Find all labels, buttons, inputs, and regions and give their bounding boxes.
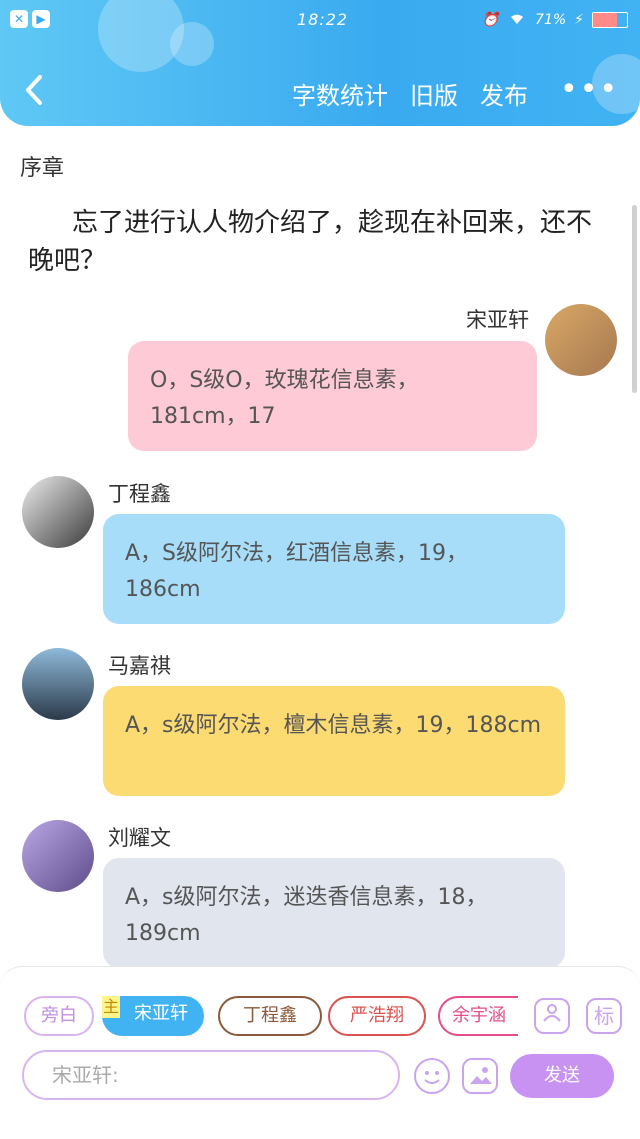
chevron-left-icon <box>26 75 42 105</box>
notification-icons: ✕ ▶ <box>10 10 50 28</box>
image-icon <box>470 1067 492 1084</box>
emoji-button[interactable] <box>414 1058 450 1094</box>
chapter-title: 序章 <box>20 156 65 181</box>
message-input[interactable]: 宋亚轩: <box>22 1050 400 1100</box>
chip-character[interactable]: 余宇涵 <box>438 996 518 1036</box>
avatar[interactable] <box>22 820 94 892</box>
app-notification-icon: ✕ <box>10 10 28 28</box>
message-bubble: A，S级阿尔法，红酒信息素，19，186cm <box>103 514 565 624</box>
message-bubble: A，s级阿尔法，迷迭香信息素，18，189cm <box>103 858 565 968</box>
header-bar: ✕ ▶ 18:22 ⏰ 71% ⚡ 字数统计 旧版 发布 ••• <box>0 0 640 126</box>
smiley-icon <box>424 1071 440 1084</box>
main-badge: 主 <box>102 996 120 1018</box>
sender-name: 丁程鑫 <box>108 482 171 506</box>
sender-name: 马嘉祺 <box>108 654 171 678</box>
message-bubble: A，s级阿尔法，檀木信息素，19，188cm <box>103 686 565 796</box>
message-bubble: O，S级O，玫瑰花信息素，181cm，17 <box>128 341 537 451</box>
send-button[interactable]: 发送 <box>510 1054 614 1098</box>
avatar[interactable] <box>22 648 94 720</box>
chip-narrator[interactable]: 旁白 <box>24 996 94 1036</box>
tag-button[interactable]: 标 <box>586 998 622 1034</box>
chip-character[interactable]: 丁程鑫 <box>218 996 322 1036</box>
battery-icon <box>592 12 628 28</box>
status-bar: ✕ ▶ 18:22 ⏰ 71% ⚡ <box>0 8 640 36</box>
person-icon <box>543 1004 561 1022</box>
image-button[interactable] <box>462 1058 498 1094</box>
sender-name: 刘耀文 <box>108 826 171 850</box>
video-app-icon: ▶ <box>32 10 50 28</box>
status-right: ⏰ 71% ⚡ <box>482 10 628 30</box>
sender-name: 宋亚轩 <box>466 308 529 332</box>
intro-text: 忘了进行认人物介绍了，趁现在补回来，还不晚吧？ <box>28 208 593 276</box>
status-time: 18:22 <box>297 10 349 29</box>
battery-percent: 71% <box>535 12 567 28</box>
more-button[interactable]: ••• <box>560 75 619 105</box>
avatar[interactable] <box>22 476 94 548</box>
character-manage-button[interactable] <box>534 998 570 1034</box>
back-button[interactable] <box>22 74 50 110</box>
avatar[interactable] <box>545 304 617 376</box>
scrollbar[interactable] <box>632 205 637 393</box>
chip-label: 宋亚轩 <box>134 1003 188 1024</box>
header-actions: 字数统计 旧版 发布 <box>292 76 528 111</box>
charging-icon: ⚡ <box>574 12 584 28</box>
chip-character[interactable]: 严浩翔 <box>328 996 426 1036</box>
old-version-button[interactable]: 旧版 <box>410 76 458 111</box>
wifi-icon <box>507 10 527 30</box>
alarm-icon: ⏰ <box>481 12 500 28</box>
publish-button[interactable]: 发布 <box>480 76 528 111</box>
word-count-button[interactable]: 字数统计 <box>292 76 388 111</box>
